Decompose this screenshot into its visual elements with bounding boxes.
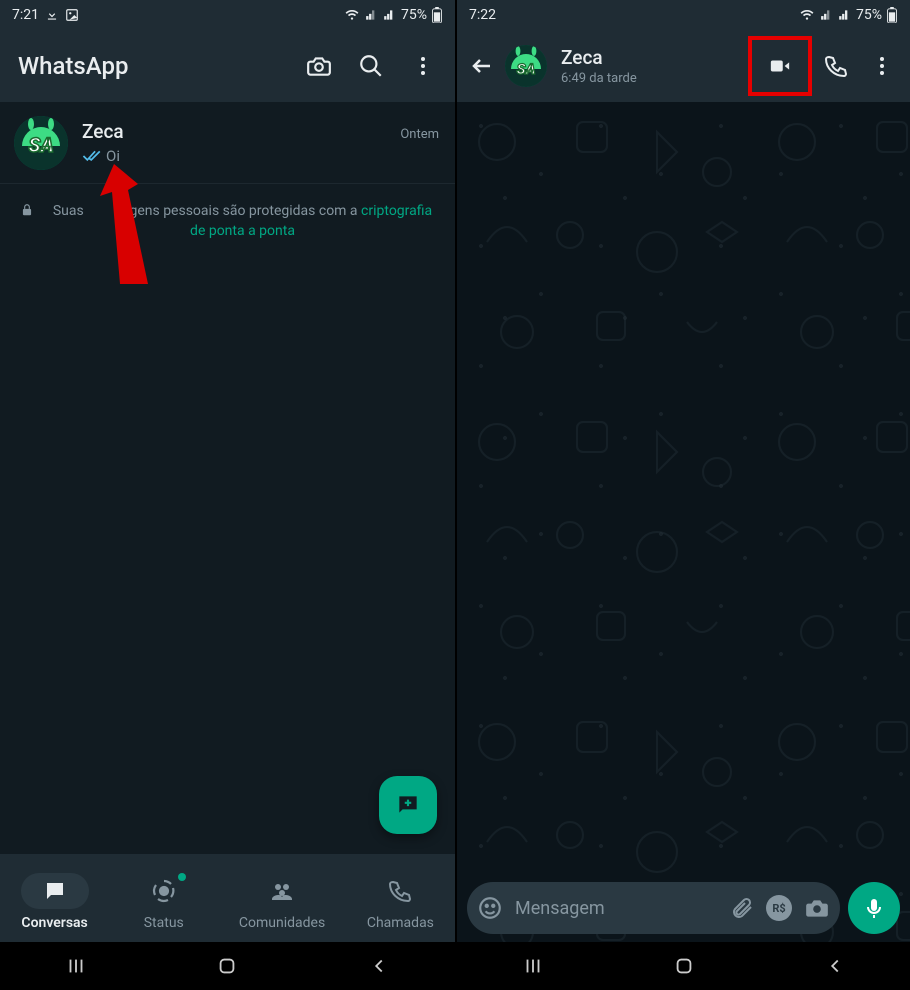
signal-icon bbox=[820, 8, 834, 22]
avatar[interactable]: SA bbox=[505, 45, 547, 87]
tab-conversas[interactable]: Conversas bbox=[21, 873, 89, 931]
attach-icon[interactable] bbox=[730, 896, 754, 920]
chat-preview: Oi bbox=[106, 147, 120, 165]
tab-label: Status bbox=[144, 915, 184, 931]
recents-icon[interactable] bbox=[522, 955, 544, 977]
tab-chamadas[interactable]: Chamadas bbox=[366, 873, 434, 931]
back-button[interactable] bbox=[465, 44, 499, 88]
video-icon bbox=[765, 55, 795, 77]
app-header: WhatsApp bbox=[0, 30, 455, 102]
download-icon bbox=[45, 8, 59, 22]
chat-list: SA Zeca Ontem Oi Suas mensagens pessoais… bbox=[0, 102, 455, 854]
signal-icon bbox=[365, 8, 379, 22]
chat-name: Zeca bbox=[561, 46, 742, 69]
more-vert-icon bbox=[411, 54, 435, 78]
battery-icon bbox=[886, 7, 898, 23]
search-button[interactable] bbox=[349, 44, 393, 88]
message-placeholder: Mensagem bbox=[515, 898, 718, 919]
new-chat-icon bbox=[395, 792, 421, 818]
message-input-bar: Mensagem R$ bbox=[467, 882, 900, 934]
tab-label: Comunidades bbox=[239, 915, 325, 931]
home-icon[interactable] bbox=[673, 955, 695, 977]
payment-label: R$ bbox=[772, 902, 785, 915]
more-vert-icon bbox=[870, 54, 894, 78]
wifi-icon bbox=[798, 8, 816, 22]
svg-text:SA: SA bbox=[28, 133, 53, 157]
status-bar: 7:21 75% bbox=[0, 0, 455, 30]
app-title: WhatsApp bbox=[18, 52, 128, 80]
image-icon bbox=[65, 8, 79, 22]
voice-message-button[interactable] bbox=[848, 882, 900, 934]
tab-label: Chamadas bbox=[367, 915, 434, 931]
chat-name: Zeca bbox=[82, 120, 124, 143]
tab-label: Conversas bbox=[21, 915, 87, 931]
tab-comunidades[interactable]: Comunidades bbox=[239, 873, 325, 931]
video-call-button[interactable] bbox=[765, 55, 795, 77]
back-icon[interactable] bbox=[824, 955, 846, 977]
last-seen: 6:49 da tarde bbox=[561, 71, 742, 86]
annotation-highlight bbox=[748, 36, 812, 96]
chat-header: SA Zeca 6:49 da tarde bbox=[457, 30, 910, 102]
more-button[interactable] bbox=[860, 44, 904, 88]
back-icon[interactable] bbox=[368, 955, 390, 977]
new-chat-button[interactable] bbox=[379, 776, 437, 834]
emoji-icon[interactable] bbox=[477, 895, 503, 921]
mic-icon bbox=[862, 896, 886, 920]
recents-icon[interactable] bbox=[65, 955, 87, 977]
svg-text:SA: SA bbox=[516, 60, 535, 78]
encrypt-text-1: Suas bbox=[53, 203, 87, 219]
battery-icon bbox=[431, 7, 443, 23]
arrow-back-icon bbox=[470, 54, 494, 78]
android-nav-bar bbox=[0, 942, 455, 990]
encryption-notice: Suas mensagens pessoais são protegidas c… bbox=[0, 184, 455, 241]
tab-status[interactable]: Status bbox=[130, 873, 198, 931]
phone-icon bbox=[824, 54, 848, 78]
battery-text: 75% bbox=[856, 7, 882, 23]
home-icon[interactable] bbox=[216, 955, 238, 977]
lock-icon bbox=[20, 202, 34, 218]
signal-icon-2 bbox=[838, 8, 852, 22]
signal-icon-2 bbox=[383, 8, 397, 22]
chat-icon bbox=[43, 879, 67, 903]
chat-background: Mensagem R$ bbox=[457, 102, 910, 942]
phone-icon bbox=[388, 879, 412, 903]
camera-icon bbox=[306, 53, 332, 79]
read-receipt-icon bbox=[82, 149, 102, 163]
battery-text: 75% bbox=[401, 7, 427, 23]
clock: 7:22 bbox=[469, 7, 496, 23]
communities-icon bbox=[269, 879, 295, 903]
chat-time: Ontem bbox=[400, 127, 439, 142]
encrypt-text-2: gens pessoais são protegidas com a bbox=[129, 203, 361, 219]
screenshot-left: 7:21 75% WhatsApp bbox=[0, 0, 455, 990]
camera-icon[interactable] bbox=[804, 895, 830, 921]
message-input[interactable]: Mensagem R$ bbox=[467, 882, 840, 934]
clock: 7:21 bbox=[12, 7, 39, 23]
wifi-icon bbox=[343, 8, 361, 22]
screenshot-right: 7:22 75% SA Zeca 6:49 da tarde bbox=[455, 0, 910, 990]
bottom-tabs: Conversas Status Comunidades Chamadas bbox=[0, 854, 455, 942]
search-icon bbox=[358, 53, 384, 79]
chat-row[interactable]: SA Zeca Ontem Oi bbox=[0, 102, 455, 184]
status-icon bbox=[152, 879, 176, 903]
android-nav-bar bbox=[457, 942, 910, 990]
camera-button[interactable] bbox=[297, 44, 341, 88]
status-bar: 7:22 75% bbox=[457, 0, 910, 30]
voice-call-button[interactable] bbox=[814, 44, 858, 88]
more-button[interactable] bbox=[401, 44, 445, 88]
chat-title-block[interactable]: Zeca 6:49 da tarde bbox=[561, 46, 742, 86]
avatar[interactable]: SA bbox=[14, 116, 68, 170]
payment-button[interactable]: R$ bbox=[766, 895, 792, 921]
